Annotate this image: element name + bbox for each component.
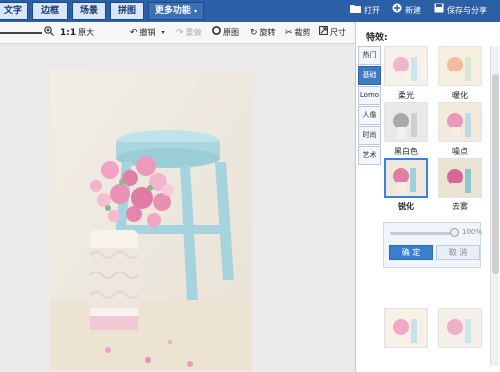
- thumbnail-image: [439, 47, 481, 85]
- redo-icon: ↷: [176, 28, 184, 38]
- more-functions-menu[interactable]: 更多功能 ▾: [148, 2, 204, 20]
- filter-sharpen[interactable]: [384, 158, 428, 198]
- filter-thumbnail[interactable]: [384, 308, 428, 348]
- chevron-down-icon: ▾: [194, 8, 198, 15]
- scissors-icon: ✂: [285, 28, 293, 38]
- photo-image: [50, 70, 252, 370]
- tab-scene[interactable]: 场景: [72, 2, 106, 20]
- zoom-in-button[interactable]: [44, 25, 56, 41]
- resize-label: 尺寸: [330, 28, 346, 37]
- thumbnail-image: [386, 160, 426, 196]
- zoom-in-icon: [44, 25, 54, 41]
- new-button[interactable]: 新建: [392, 3, 421, 19]
- circle-icon: [212, 26, 221, 40]
- undo-icon: ↶: [130, 28, 138, 38]
- editing-canvas[interactable]: [0, 44, 355, 372]
- open-button[interactable]: 打开: [350, 3, 380, 19]
- filter-dehaze[interactable]: [438, 158, 482, 198]
- filter-label-selected: 锐化: [398, 202, 414, 211]
- save-icon: [434, 3, 444, 19]
- original-image-label: 原图: [223, 28, 239, 37]
- intensity-value: 100%: [462, 228, 483, 236]
- filter-label: 柔光: [398, 91, 414, 100]
- filter-soft-light[interactable]: [384, 46, 428, 86]
- scrollbar-thumb[interactable]: [492, 74, 499, 274]
- intensity-adjust-box: 100% 确 定 取 消: [383, 222, 483, 268]
- tab-basic[interactable]: 基础: [358, 66, 381, 85]
- chevron-down-icon: ▾: [161, 29, 165, 36]
- thumbnail-image: [439, 159, 481, 197]
- open-label: 打开: [364, 6, 380, 15]
- original-size-label: 原大: [78, 28, 95, 37]
- zoom-slider[interactable]: [0, 32, 42, 34]
- edit-toolbar: 1:1 原大 ↶ 撤销 ▾ ↷ 重做 原图 ↻ 旋转 ✂ 裁剪 尺寸: [0, 22, 355, 44]
- crop-button[interactable]: ✂ 裁剪: [285, 26, 311, 40]
- ratio-icon: 1:1: [60, 28, 77, 38]
- tab-portrait[interactable]: 人像: [358, 106, 381, 125]
- undo-label: 撤销: [139, 28, 156, 37]
- cancel-button[interactable]: 取 消: [436, 245, 480, 260]
- save-share-label: 保存与分享: [447, 6, 487, 15]
- resize-button[interactable]: 尺寸: [319, 26, 346, 40]
- redo-button[interactable]: ↷ 重做: [176, 26, 202, 40]
- original-size-button[interactable]: 1:1 原大: [60, 26, 94, 40]
- intensity-slider-handle[interactable]: [450, 228, 459, 237]
- filter-black-white[interactable]: [384, 102, 428, 142]
- redo-label: 重做: [185, 28, 202, 37]
- tab-popular[interactable]: 热门: [358, 46, 381, 65]
- panel-scrollbar[interactable]: [490, 46, 499, 366]
- filter-warm[interactable]: [438, 46, 482, 86]
- rotate-label: 旋转: [259, 28, 276, 37]
- thumbnail-image: [385, 47, 427, 85]
- tab-text[interactable]: 文字: [0, 2, 28, 20]
- rotate-icon: ↻: [250, 28, 258, 38]
- thumbnail-image: [439, 103, 481, 141]
- filter-thumbnail[interactable]: [438, 308, 482, 348]
- resize-icon: [319, 26, 328, 40]
- new-icon: [392, 3, 402, 19]
- filter-noise[interactable]: [438, 102, 482, 142]
- filter-label: 暖化: [452, 91, 468, 100]
- rotate-button[interactable]: ↻ 旋转: [250, 26, 276, 40]
- tab-collage[interactable]: 拼图: [110, 2, 144, 20]
- new-label: 新建: [405, 6, 421, 15]
- thumbnail-image: [385, 103, 427, 141]
- crop-label: 裁剪: [294, 28, 311, 37]
- edited-photo[interactable]: [50, 70, 252, 370]
- tab-border[interactable]: 边框: [32, 2, 68, 20]
- top-menu-bar: 文字 边框 场景 拼图 更多功能 ▾ 打开 新建 保存与分享: [0, 0, 500, 22]
- tab-lomo[interactable]: Lomo: [358, 86, 381, 105]
- thumbnail-image: [385, 309, 427, 347]
- tab-fashion[interactable]: 时尚: [358, 126, 381, 145]
- filter-label: 噪点: [452, 147, 468, 156]
- undo-button[interactable]: ↶ 撤销 ▾: [130, 26, 165, 40]
- tab-art[interactable]: 艺术: [358, 146, 381, 165]
- save-share-button[interactable]: 保存与分享: [434, 3, 487, 19]
- effects-panel: 特效: 热门 基础 Lomo 人像 时尚 艺术 柔光 暖化 黑白色 噪点 锐化 …: [355, 22, 500, 372]
- confirm-button[interactable]: 确 定: [389, 245, 433, 260]
- filter-label: 去雾: [452, 202, 468, 211]
- more-functions-label: 更多功能: [154, 6, 191, 16]
- effects-title: 特效:: [366, 33, 388, 43]
- filter-label: 黑白色: [394, 147, 418, 156]
- original-image-button[interactable]: 原图: [212, 26, 239, 40]
- thumbnail-image: [439, 309, 481, 347]
- folder-icon: [350, 3, 361, 19]
- intensity-slider[interactable]: [390, 232, 454, 235]
